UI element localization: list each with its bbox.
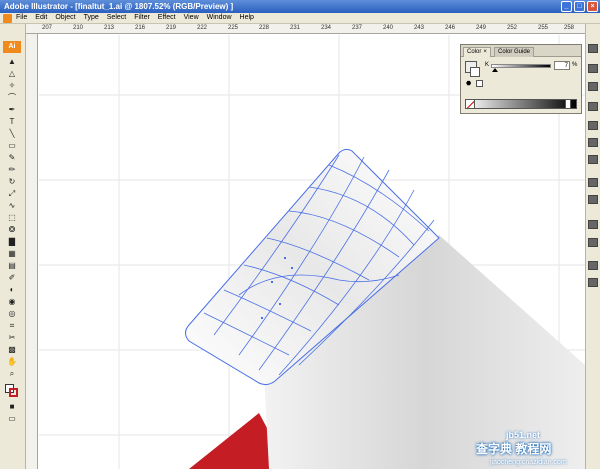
minimize-button[interactable]: _ <box>561 1 572 12</box>
color-panel: Color × Color Guide K 7 % ⬣ <box>460 44 582 114</box>
paintbrush-tool-icon[interactable]: ✎ <box>6 153 18 163</box>
crop-area-tool-icon[interactable]: ⌗ <box>6 321 18 331</box>
color-panel-tabs: Color × Color Guide <box>461 45 581 57</box>
menu-object[interactable]: Object <box>55 14 75 21</box>
live-paint-tool-icon[interactable]: ◉ <box>6 297 18 307</box>
screen-mode-icon[interactable]: ▭ <box>6 414 18 424</box>
close-button[interactable]: × <box>587 1 598 12</box>
live-paint-selection-tool-icon[interactable]: ◎ <box>6 309 18 319</box>
transparency-panel-icon[interactable] <box>588 155 598 164</box>
menu-effect[interactable]: Effect <box>158 14 176 21</box>
align-panel-icon[interactable] <box>588 261 598 270</box>
zoom-tool-icon[interactable]: ⌕ <box>6 369 18 379</box>
free-transform-tool-icon[interactable]: ⬚ <box>6 213 18 223</box>
color-panel-icon[interactable] <box>588 44 598 53</box>
maximize-button[interactable]: □ <box>574 1 585 12</box>
appearance-panel-icon[interactable] <box>588 178 598 187</box>
pencil-tool-icon[interactable]: ✏ <box>6 165 18 175</box>
rectangle-tool-icon[interactable]: ▭ <box>6 141 18 151</box>
type-tool-icon[interactable]: T <box>6 117 18 127</box>
menu-edit[interactable]: Edit <box>35 14 47 21</box>
illustrator-logo: Ai <box>3 41 21 53</box>
percent-label: % <box>572 62 578 68</box>
title-bar: Adobe Illustrator - [finaltut_1.ai @ 180… <box>0 0 600 13</box>
app-icon[interactable] <box>3 14 12 23</box>
symbol-sprayer-tool-icon[interactable]: ❂ <box>6 225 18 235</box>
out-of-gamut-icon[interactable]: ⬣ <box>466 80 474 88</box>
hand-tool-icon[interactable]: ✋ <box>6 357 18 367</box>
transform-panel-icon[interactable] <box>588 278 598 287</box>
k-slider-knob[interactable] <box>492 68 499 72</box>
gradient-tool-icon[interactable]: ▤ <box>6 261 18 271</box>
selection-tool-icon[interactable]: ▲ <box>6 57 18 67</box>
horizontal-ruler[interactable]: 207 210 213 216 219 222 225 228 231 234 … <box>26 24 586 34</box>
fill-stroke-swatch-icon[interactable] <box>5 384 19 398</box>
tab-close-icon[interactable]: × <box>483 49 487 55</box>
brushes-panel-icon[interactable] <box>588 82 598 91</box>
panel-dock <box>585 24 600 469</box>
menu-list: File Edit Object Type Select Filter Effe… <box>16 14 254 21</box>
menu-window[interactable]: Window <box>207 14 232 21</box>
ramp-white-swatch[interactable] <box>565 99 571 109</box>
layers-panel-icon[interactable] <box>588 220 598 229</box>
scale-tool-icon[interactable]: ⤢ <box>6 189 18 199</box>
graphic-styles-panel-icon[interactable] <box>588 195 598 204</box>
none-color-box[interactable] <box>476 80 483 87</box>
line-tool-icon[interactable]: ╲ <box>6 129 18 139</box>
rotate-tool-icon[interactable]: ↻ <box>6 177 18 187</box>
eraser-tool-icon[interactable]: ▩ <box>6 345 18 355</box>
color-spectrum-ramp[interactable] <box>465 99 577 109</box>
menu-help[interactable]: Help <box>240 14 254 21</box>
artboards-panel-icon[interactable] <box>588 238 598 247</box>
watermark-url: jiaocheng.chazidian.com <box>490 459 567 466</box>
graph-tool-icon[interactable]: ▇ <box>6 237 18 247</box>
gradient-panel-icon[interactable] <box>588 138 598 147</box>
tools-panel: Ai ▲ △ ✧ ⌒ ✒ T ╲ ▭ ✎ ✏ ↻ ⤢ ∿ ⬚ ❂ ▇ ▦ ▤ ✐… <box>0 24 26 469</box>
k-channel-label: K <box>485 62 490 68</box>
swatches-panel-icon[interactable] <box>588 64 598 73</box>
menu-select[interactable]: Select <box>107 14 126 21</box>
stroke-swatch[interactable] <box>470 67 480 77</box>
watermark: jb51.net 查字典 教程网 jiaocheng.chazidian.com <box>476 428 600 469</box>
menu-type[interactable]: Type <box>84 14 99 21</box>
eyedropper-tool-icon[interactable]: ✐ <box>6 273 18 283</box>
mesh-tool-icon[interactable]: ▦ <box>6 249 18 259</box>
menu-file[interactable]: File <box>16 14 27 21</box>
direct-selection-tool-icon[interactable]: △ <box>6 69 18 79</box>
pen-tool-icon[interactable]: ✒ <box>6 105 18 115</box>
menu-filter[interactable]: Filter <box>134 14 150 21</box>
menu-bar: File Edit Object Type Select Filter Effe… <box>0 13 600 24</box>
k-channel-value-input[interactable]: 7 <box>554 61 570 70</box>
magic-wand-tool-icon[interactable]: ✧ <box>6 81 18 91</box>
vertical-ruler[interactable] <box>26 34 38 469</box>
color-mode-icon[interactable]: ■ <box>6 402 18 412</box>
stroke-panel-icon[interactable] <box>588 121 598 130</box>
watermark-chinese: 查字典 教程网 <box>476 442 552 456</box>
symbols-panel-icon[interactable] <box>588 102 598 111</box>
tab-color[interactable]: Color × <box>463 47 491 57</box>
menu-view[interactable]: View <box>184 14 199 21</box>
ramp-none-swatch[interactable] <box>465 99 475 109</box>
warp-tool-icon[interactable]: ∿ <box>6 201 18 211</box>
blend-tool-icon[interactable]: ◐ <box>6 285 18 295</box>
k-channel-slider[interactable] <box>491 64 551 68</box>
tab-color-guide[interactable]: Color Guide <box>494 47 535 57</box>
lasso-tool-icon[interactable]: ⌒ <box>6 93 18 103</box>
watermark-site: jb51.net <box>506 430 541 440</box>
slice-tool-icon[interactable]: ✂ <box>6 333 18 343</box>
window-title: Adobe Illustrator - [finaltut_1.ai @ 180… <box>4 2 234 11</box>
